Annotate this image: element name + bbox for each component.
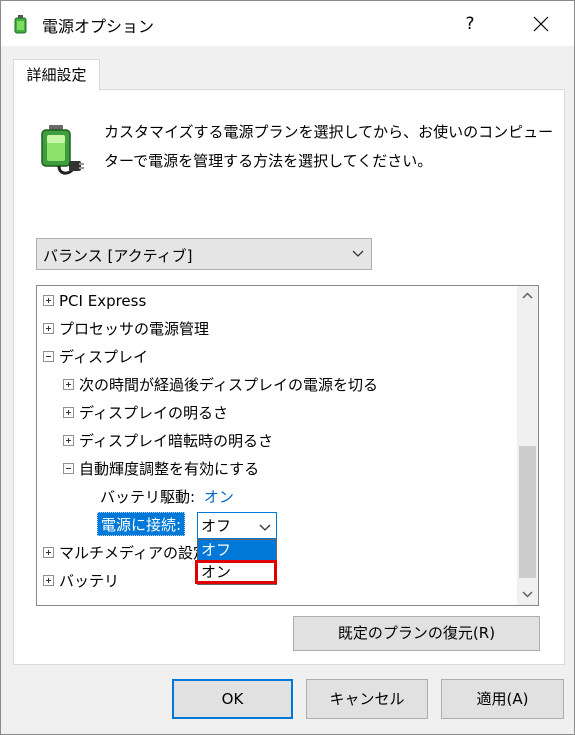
- close-icon: [533, 16, 549, 32]
- expand-icon[interactable]: [43, 547, 54, 558]
- description-line-1: カスタマイズする電源プランを選択してから、お使いのコンピュー: [104, 123, 554, 141]
- setting-plugged-in-select[interactable]: オフ: [197, 512, 277, 539]
- setting-plugged-in-label[interactable]: 電源に接続:: [97, 512, 186, 536]
- vertical-scrollbar[interactable]: [517, 286, 538, 605]
- power-plan-select[interactable]: バランス [アクティブ]: [36, 238, 372, 270]
- scroll-down-button[interactable]: [517, 584, 538, 605]
- restore-defaults-button[interactable]: 既定のプランの復元(R): [293, 616, 540, 651]
- expand-icon[interactable]: [63, 435, 74, 446]
- title-bar[interactable]: 電源オプション ?: [1, 1, 574, 46]
- collapse-icon[interactable]: [43, 351, 54, 362]
- tree-item-label: ディスプレイ: [59, 348, 148, 366]
- expand-icon[interactable]: [43, 323, 54, 334]
- tree-item-label: ディスプレイの明るさ: [79, 404, 228, 422]
- tree-item-label: プロセッサの電源管理: [59, 320, 210, 338]
- expand-icon[interactable]: [63, 407, 74, 418]
- option-off[interactable]: オフ: [198, 540, 276, 561]
- cancel-button[interactable]: キャンセル: [306, 679, 428, 719]
- description-line-2: ターで電源を管理する方法を選択してください。: [104, 152, 433, 170]
- setting-on-battery[interactable]: バッテリ駆動: オン: [100, 485, 234, 509]
- tree-item-label: 自動輝度調整を有効にする: [79, 460, 260, 478]
- chevron-down-icon: [351, 247, 365, 261]
- expand-icon[interactable]: [43, 575, 54, 586]
- setting-on-battery-value[interactable]: オン: [204, 488, 234, 506]
- help-button[interactable]: ?: [447, 6, 493, 42]
- tree-item-label: 次の時間が経過後ディスプレイの電源を切る: [79, 376, 378, 394]
- tree-item-label: マルチメディアの設定: [59, 544, 208, 562]
- tree-item-label: ディスプレイ暗転時の明るさ: [79, 432, 273, 450]
- chevron-down-icon: [522, 591, 533, 598]
- power-plan-select-value: バランス [アクティブ]: [43, 247, 193, 265]
- chevron-up-icon: [522, 292, 533, 299]
- tree-item-label: バッテリ: [59, 572, 120, 590]
- description-text: カスタマイズする電源プランを選択してから、お使いのコンピュー ターで電源を管理す…: [104, 118, 554, 176]
- setting-plugged-in-value: オフ: [201, 517, 232, 535]
- expand-icon[interactable]: [63, 379, 74, 390]
- battery-plug-icon: [39, 123, 85, 183]
- chevron-down-icon: [259, 520, 271, 532]
- settings-panel: カスタマイズする電源プランを選択してから、お使いのコンピュー ターで電源を管理す…: [13, 89, 565, 665]
- close-button[interactable]: [517, 6, 563, 42]
- apply-button[interactable]: 適用(A): [441, 679, 564, 719]
- window-title: 電源オプション: [42, 17, 155, 36]
- settings-tree[interactable]: PCI Express プロセッサの電源管理 ディスプレイ 次の時間が経過後ディ…: [36, 285, 539, 606]
- expand-icon[interactable]: [43, 295, 54, 306]
- collapse-icon[interactable]: [63, 463, 74, 474]
- power-options-dialog: 電源オプション ? 詳細設定 カスタマイズする電源プランを選択してから、お使いの…: [0, 0, 575, 735]
- setting-on-battery-label: バッテリ駆動:: [100, 488, 196, 506]
- highlight-box: [195, 560, 277, 584]
- tree-item-label: PCI Express: [59, 292, 147, 310]
- scrollbar-thumb[interactable]: [519, 446, 536, 578]
- tab-advanced-settings[interactable]: 詳細設定: [13, 59, 100, 91]
- power-options-icon: [11, 13, 31, 35]
- ok-button[interactable]: OK: [172, 679, 293, 719]
- scroll-up-button[interactable]: [517, 286, 538, 307]
